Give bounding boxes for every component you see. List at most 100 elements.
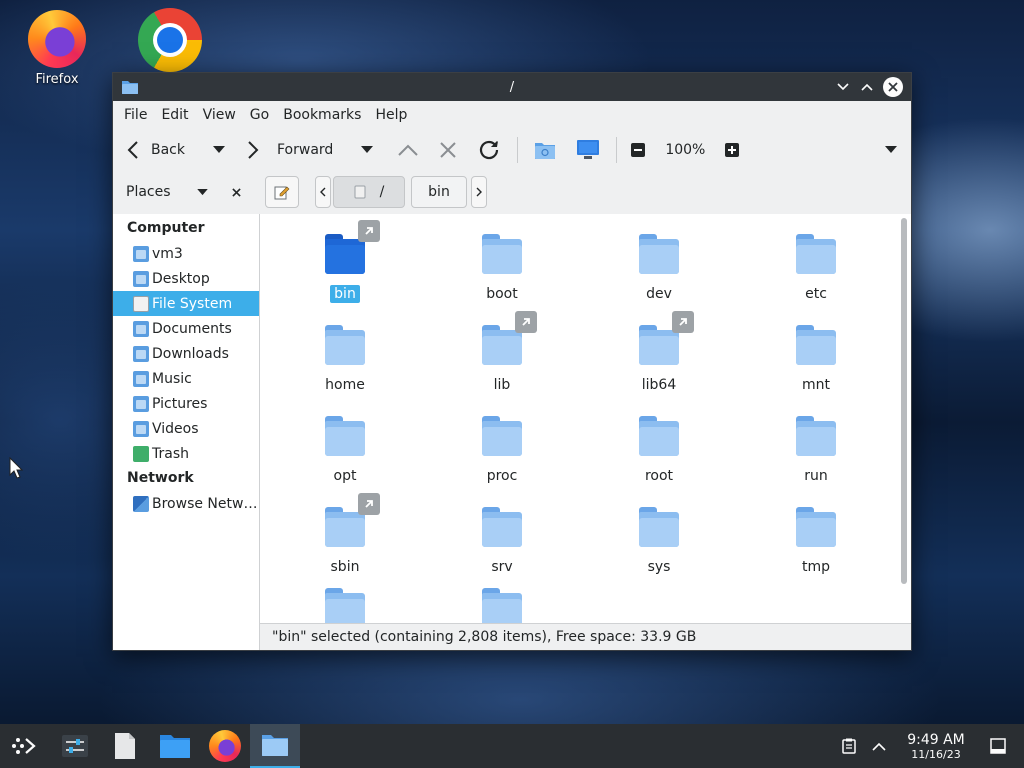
sidebar-item-file-system[interactable]: File System xyxy=(113,291,259,316)
breadcrumb-scroll-left[interactable] xyxy=(315,176,331,208)
file-name: srv xyxy=(491,559,513,575)
sidebar-item-trash[interactable]: Trash xyxy=(113,441,259,466)
monitor-icon xyxy=(577,140,600,159)
zoom-out-button[interactable] xyxy=(631,143,646,157)
file-item[interactable]: opt xyxy=(290,416,400,485)
file-item[interactable]: run xyxy=(761,416,871,485)
breadcrumb-scroll-right[interactable] xyxy=(471,176,487,208)
file-item[interactable]: etc xyxy=(761,234,871,303)
caret-down-icon xyxy=(196,188,208,195)
music-folder-icon xyxy=(133,370,149,387)
sidebar-item-videos[interactable]: Videos xyxy=(113,416,259,441)
app-launcher-button[interactable] xyxy=(0,724,50,768)
places-header: Places xyxy=(113,171,259,213)
breadcrumb-root[interactable]: / xyxy=(333,176,405,208)
desktop-folder-icon xyxy=(133,270,149,287)
sidebar-item-label: Pictures xyxy=(152,395,208,412)
sidebar-item-pictures[interactable]: Pictures xyxy=(113,391,259,416)
sidebar-item-label: Browse Netw… xyxy=(152,495,258,512)
home-folder-button[interactable] xyxy=(534,140,556,160)
close-sidebar-button[interactable] xyxy=(231,187,241,197)
file-manager-task-active[interactable] xyxy=(250,724,300,768)
forward-history-dropdown[interactable] xyxy=(361,146,374,154)
edit-location-button[interactable] xyxy=(265,176,299,208)
sidebar-item-browse-network[interactable]: Browse Netw… xyxy=(113,491,259,516)
places-label: Places xyxy=(126,184,171,200)
system-settings-task[interactable] xyxy=(50,724,100,768)
tray-expand-button[interactable] xyxy=(872,742,886,751)
file-item[interactable]: tmp xyxy=(761,507,871,576)
file-name: sbin xyxy=(330,559,360,575)
file-item[interactable]: lib xyxy=(447,311,557,394)
menu-go[interactable]: Go xyxy=(243,101,276,129)
firefox-task[interactable] xyxy=(200,724,250,768)
file-name: etc xyxy=(805,286,827,302)
toolbar-overflow-menu[interactable] xyxy=(885,146,897,154)
zoom-in-button[interactable] xyxy=(725,143,740,157)
symlink-arrow-icon xyxy=(358,493,380,515)
file-item[interactable]: lib64 xyxy=(604,311,714,394)
digital-clock[interactable]: 9:49 AM 11/16/23 xyxy=(896,732,976,761)
file-item[interactable]: proc xyxy=(447,416,557,485)
folder-app-icon xyxy=(121,79,139,99)
menu-edit[interactable]: Edit xyxy=(154,101,195,129)
computer-button[interactable] xyxy=(576,139,600,161)
clipboard-tray-icon[interactable] xyxy=(842,738,856,754)
file-item[interactable]: sys xyxy=(604,507,714,576)
file-item[interactable] xyxy=(290,588,400,624)
file-view[interactable]: bin boot dev etc home lib lib64 mnt opt proc root r… xyxy=(260,214,911,650)
window-titlebar[interactable]: / xyxy=(113,73,911,101)
file-item[interactable]: bin xyxy=(290,220,400,303)
file-manager-launcher[interactable] xyxy=(150,724,200,768)
file-item[interactable]: dev xyxy=(604,234,714,303)
caret-down-icon xyxy=(361,146,374,153)
places-dropdown[interactable] xyxy=(196,188,208,196)
file-item[interactable]: mnt xyxy=(761,325,871,394)
sidebar-item-vm3[interactable]: vm3 xyxy=(113,241,259,266)
taskbar: 9:49 AM 11/16/23 xyxy=(0,724,1024,768)
location-bar: Places / bin xyxy=(113,171,911,213)
forward-button[interactable]: Forward xyxy=(247,133,333,167)
firefox-icon xyxy=(28,10,86,68)
sidebar-item-downloads[interactable]: Downloads xyxy=(113,341,259,366)
folder-icon xyxy=(325,588,365,624)
sidebar-item-documents[interactable]: Documents xyxy=(113,316,259,341)
sidebar-item-desktop[interactable]: Desktop xyxy=(113,266,259,291)
file-name: boot xyxy=(486,286,518,302)
folder-icon xyxy=(639,507,679,547)
file-name: run xyxy=(804,468,828,484)
documents-folder-icon xyxy=(133,320,149,337)
menu-file[interactable]: File xyxy=(117,101,154,129)
file-item[interactable]: home xyxy=(290,325,400,394)
up-button[interactable] xyxy=(397,143,419,157)
show-desktop-button[interactable] xyxy=(990,738,1006,754)
file-item[interactable]: sbin xyxy=(290,493,400,576)
sidebar-item-music[interactable]: Music xyxy=(113,366,259,391)
file-item[interactable]: boot xyxy=(447,234,557,303)
sliders-icon xyxy=(62,735,88,757)
home-folder-icon xyxy=(535,143,556,159)
back-button[interactable]: Back xyxy=(127,133,185,167)
stop-button[interactable] xyxy=(439,141,457,159)
folder-icon xyxy=(796,325,836,365)
file-item[interactable]: srv xyxy=(447,507,557,576)
menu-view[interactable]: View xyxy=(196,101,243,129)
minimize-button[interactable] xyxy=(833,77,853,97)
firefox-icon xyxy=(209,730,241,762)
breadcrumb-bin[interactable]: bin xyxy=(411,176,467,208)
desktop-icon-chrome[interactable] xyxy=(125,8,215,72)
close-button[interactable] xyxy=(883,77,903,97)
vertical-scrollbar[interactable] xyxy=(901,218,907,584)
text-editor-task[interactable] xyxy=(100,724,150,768)
menu-help[interactable]: Help xyxy=(368,101,414,129)
maximize-button[interactable] xyxy=(857,77,877,97)
reload-button[interactable] xyxy=(477,138,501,162)
back-history-dropdown[interactable] xyxy=(213,146,225,154)
drive-icon xyxy=(133,295,149,312)
chrome-icon xyxy=(138,8,202,72)
symlink-arrow-icon xyxy=(358,220,380,242)
menu-bookmarks[interactable]: Bookmarks xyxy=(276,101,368,129)
file-item[interactable] xyxy=(447,588,557,624)
desktop-icon-firefox[interactable]: Firefox xyxy=(12,10,102,87)
file-item[interactable]: root xyxy=(604,416,714,485)
